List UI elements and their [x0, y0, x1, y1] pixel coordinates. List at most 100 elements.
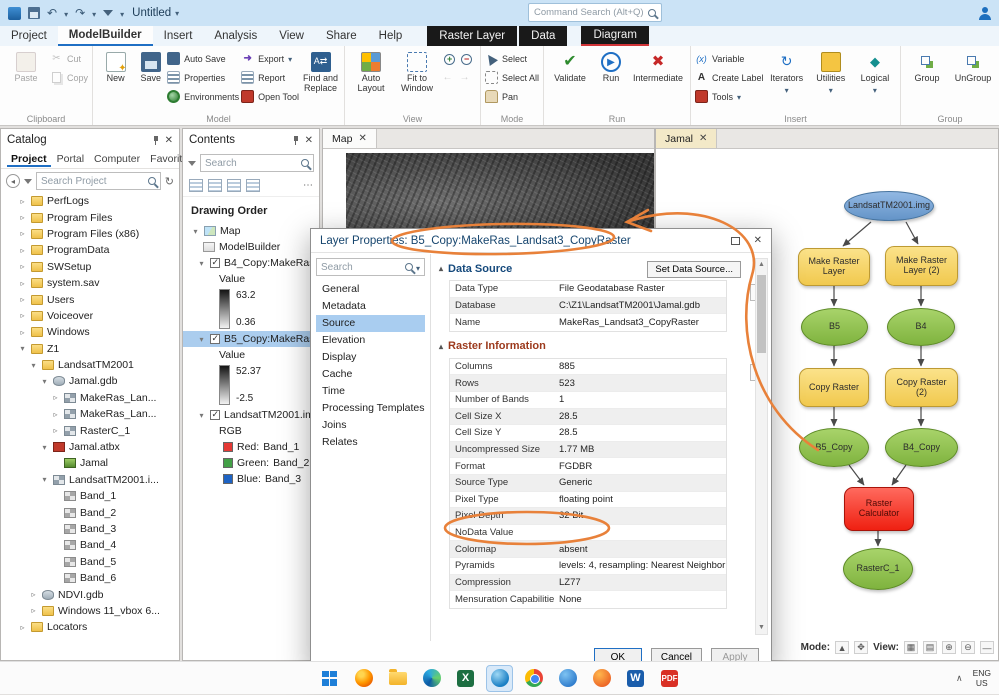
redo-icon[interactable]: [75, 6, 85, 20]
account-icon[interactable]: [978, 6, 991, 20]
command-search[interactable]: [528, 3, 662, 22]
catalog-tree-item[interactable]: ▹ SWSetup: [1, 259, 179, 275]
pin-icon[interactable]: [153, 135, 158, 145]
model-node-make-raster-layer[interactable]: Make Raster Layer: [798, 248, 870, 286]
catalog-tree-item[interactable]: ▾ Z1: [1, 341, 179, 357]
logical-button[interactable]: ◆ Logical: [854, 49, 896, 96]
scroll-down-icon[interactable]: ▼: [756, 622, 767, 634]
expander-icon[interactable]: ▹: [18, 328, 27, 337]
project-name[interactable]: Untitled: [132, 7, 179, 19]
expander-icon[interactable]: ▹: [18, 295, 27, 304]
catalog-tab[interactable]: Portal: [53, 153, 88, 167]
language-indicator[interactable]: ENG US: [973, 668, 991, 689]
dialog-menu-item[interactable]: Elevation: [316, 332, 425, 349]
catalog-tree-item[interactable]: Jamal: [1, 455, 179, 471]
validate-button[interactable]: Validate: [548, 49, 592, 84]
new-button[interactable]: New: [97, 49, 134, 84]
catalog-tree-item[interactable]: ▹ Users: [1, 291, 179, 307]
file-explorer-icon[interactable]: [384, 665, 411, 692]
excel-icon[interactable]: X: [452, 665, 479, 692]
contextual-tab[interactable]: Data: [519, 26, 568, 46]
ribbon-tab[interactable]: Project: [0, 26, 58, 46]
close-tab-icon[interactable]: ✕: [358, 133, 366, 144]
pan-button[interactable]: Pan: [484, 87, 539, 106]
paste-button[interactable]: Paste: [4, 49, 48, 84]
find-and-replace-button[interactable]: A⇄ Find and Replace: [301, 49, 340, 94]
scroll-up-icon[interactable]: ▲: [756, 259, 767, 271]
expander-icon[interactable]: ▹: [18, 262, 27, 271]
select-mode-icon[interactable]: ▲: [835, 641, 850, 654]
app-blue-icon[interactable]: [554, 665, 581, 692]
dialog-scrollbar[interactable]: ▲ ▼: [755, 258, 768, 635]
expander-icon[interactable]: ▾: [197, 259, 206, 268]
expander-icon[interactable]: ▹: [29, 590, 38, 599]
create-label-button[interactable]: A Create Label: [695, 68, 764, 87]
auto-layout-button[interactable]: Auto Layout: [349, 49, 393, 94]
layer-visibility-checkbox[interactable]: [210, 409, 220, 420]
layer-visibility-checkbox[interactable]: [210, 257, 220, 268]
catalog-tree-item[interactable]: ▹ Voiceover: [1, 308, 179, 324]
expander-icon[interactable]: ▾: [29, 361, 38, 370]
expander-icon[interactable]: ▾: [18, 344, 27, 353]
firefox-icon[interactable]: [350, 665, 377, 692]
copy-button[interactable]: Copy: [50, 68, 88, 87]
catalog-tree-item[interactable]: ▾ Jamal.gdb: [1, 373, 179, 389]
properties-button[interactable]: Properties: [167, 68, 239, 87]
list-by-drawing-order-icon[interactable]: [189, 179, 203, 192]
contextual-tab[interactable]: Diagram: [581, 26, 649, 46]
undo-caret-icon[interactable]: [64, 4, 68, 22]
group-button[interactable]: Group: [905, 49, 949, 84]
run-button[interactable]: Run: [594, 49, 628, 84]
dialog-menu-item[interactable]: Metadata: [316, 298, 425, 315]
layer-row-landsat[interactable]: ▾ LandsatTM2001.img: [183, 407, 319, 423]
expander-icon[interactable]: ▾: [197, 335, 206, 344]
refresh-icon[interactable]: [165, 172, 174, 190]
dialog-menu-item[interactable]: Joins: [316, 417, 425, 434]
set-data-source-button[interactable]: Set Data Source...: [647, 261, 741, 278]
fit-to-window-button[interactable]: Fit to Window: [395, 49, 439, 94]
nav-forward-icon[interactable]: [458, 71, 471, 84]
layer-row-map[interactable]: ▾ Map: [183, 223, 319, 239]
auto-save-button[interactable]: Auto Save: [167, 49, 239, 68]
ribbon-tab[interactable]: ModelBuilder: [57, 26, 153, 46]
dialog-menu-item[interactable]: Processing Templates: [316, 400, 425, 417]
jamal-diagram-tab[interactable]: Jamal ✕: [656, 129, 718, 148]
expander-icon[interactable]: ▹: [51, 393, 60, 402]
model-node-make-raster-layer-2[interactable]: Make Raster Layer (2): [885, 246, 958, 286]
expander-icon[interactable]: ▾: [197, 411, 206, 420]
pan-mode-icon[interactable]: ✥: [854, 641, 869, 654]
catalog-tree-item[interactable]: ▹ Program Files: [1, 209, 179, 225]
ungroup-button[interactable]: UnGroup: [951, 49, 995, 84]
zoom-in-icon[interactable]: ⊕: [942, 641, 956, 654]
expander-icon[interactable]: ▹: [18, 623, 27, 632]
list-by-editing-icon[interactable]: [246, 179, 260, 192]
dialog-search-input[interactable]: [321, 261, 402, 273]
cut-button[interactable]: Cut: [50, 49, 88, 68]
save-model-button[interactable]: Save: [136, 49, 165, 84]
expander-icon[interactable]: ▹: [18, 213, 27, 222]
command-search-input[interactable]: [534, 7, 644, 18]
catalog-tree-item[interactable]: ▹ RasterC_1: [1, 422, 179, 438]
catalog-tree-item[interactable]: ▹ Windows: [1, 324, 179, 340]
expander-icon[interactable]: ▾: [40, 443, 49, 452]
ribbon-tab[interactable]: Insert: [153, 26, 204, 46]
model-node-copy-raster[interactable]: Copy Raster: [799, 368, 869, 407]
catalog-tree-item[interactable]: ▹ MakeRas_Lan...: [1, 390, 179, 406]
expander-icon[interactable]: ▾: [40, 377, 49, 386]
show-hidden-icons-icon[interactable]: ∧: [956, 673, 963, 684]
select-button[interactable]: Select: [484, 49, 539, 68]
model-node-b4-copy[interactable]: B4_Copy: [885, 428, 958, 467]
select-all-button[interactable]: Select All: [484, 68, 539, 87]
undo-icon[interactable]: [47, 6, 57, 20]
dialog-menu-item[interactable]: General: [316, 281, 425, 298]
ribbon-tab[interactable]: View: [268, 26, 315, 46]
back-icon[interactable]: ◂: [6, 174, 20, 188]
arcgis-pro-icon[interactable]: [486, 664, 513, 692]
tools-button[interactable]: Tools: [695, 87, 764, 106]
intermediate-button[interactable]: Intermediate: [630, 49, 686, 84]
catalog-tree-item[interactable]: Band_3: [1, 521, 179, 537]
model-node-landsat-data[interactable]: LandsatTM2001.img: [844, 191, 934, 221]
ribbon-tab[interactable]: Analysis: [203, 26, 268, 46]
expander-icon[interactable]: ▹: [18, 197, 27, 206]
filter-icon[interactable]: [188, 160, 196, 166]
